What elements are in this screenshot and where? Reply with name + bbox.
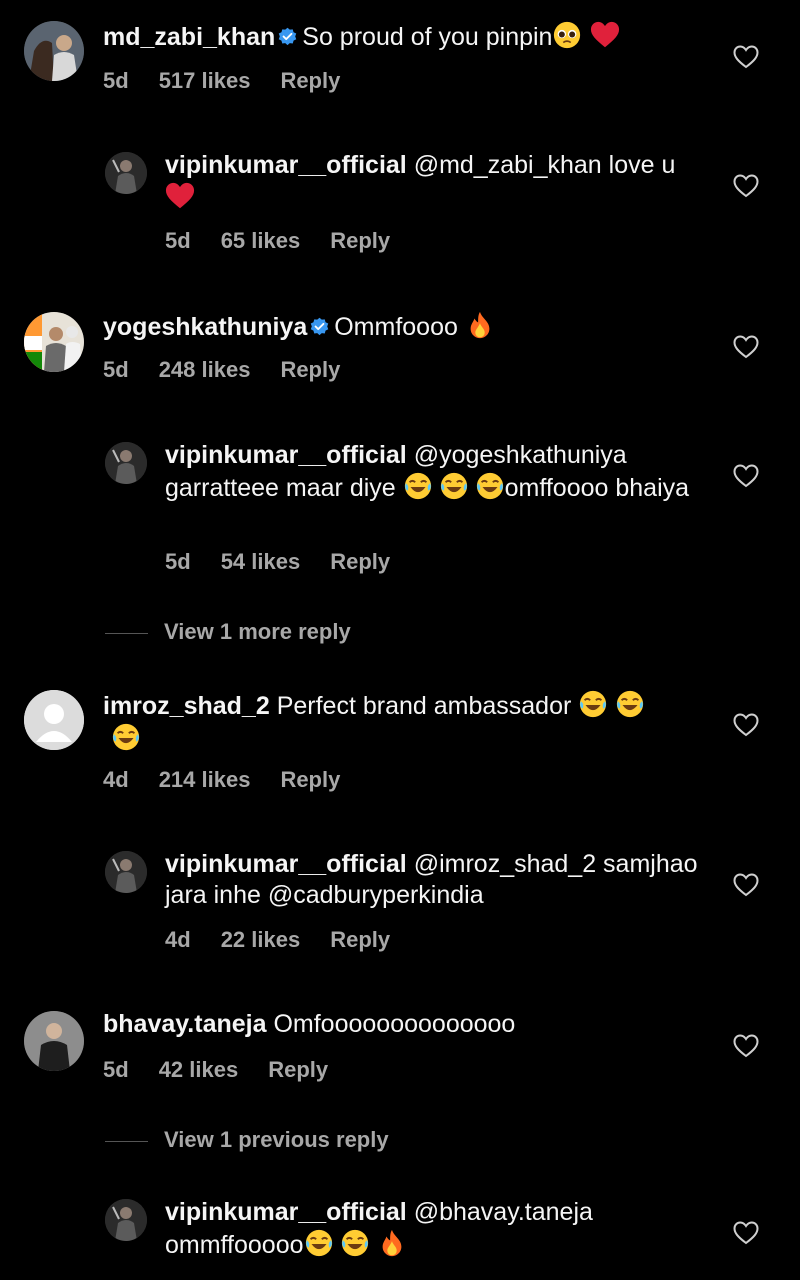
likes-count[interactable]: 65 likes	[221, 228, 301, 253]
view-previous-label: View 1 previous reply	[164, 1127, 389, 1152]
avatar[interactable]	[105, 851, 147, 893]
reply-button[interactable]: Reply	[330, 549, 390, 574]
comment-text: md_zabi_khan So proud of you pinpin	[103, 20, 703, 53]
comment-meta: 5d 248 likes Reply	[103, 357, 370, 383]
comment-username[interactable]: vipinkumar__official	[165, 1198, 407, 1226]
joy-icon	[111, 722, 141, 752]
verified-badge-icon	[309, 316, 330, 337]
view-previous-replies[interactable]: View 1 previous reply	[105, 1127, 389, 1153]
comment-username[interactable]: imroz_shad_2	[103, 692, 270, 720]
pleading-face-icon	[552, 20, 582, 50]
comment-username[interactable]: vipinkumar__official	[165, 151, 407, 179]
comment-username[interactable]: md_zabi_khan	[103, 23, 275, 51]
fire-icon	[377, 1228, 407, 1258]
reply-button[interactable]: Reply	[280, 767, 340, 792]
avatar[interactable]	[24, 312, 84, 372]
comment-meta: 4d 22 likes Reply	[165, 927, 420, 953]
verified-badge-icon	[277, 26, 298, 47]
avatar[interactable]	[24, 1011, 84, 1071]
comment-time: 5d	[103, 68, 129, 93]
comment-meta: 5d 42 likes Reply	[103, 1057, 358, 1083]
likes-count[interactable]: 517 likes	[159, 68, 251, 93]
joy-icon	[439, 471, 469, 501]
comment-text: vipinkumar__official @yogeshkathuniya ga…	[165, 440, 705, 504]
likes-count[interactable]: 42 likes	[159, 1057, 239, 1082]
comment-time: 4d	[103, 767, 129, 792]
comment-time: 5d	[103, 1057, 129, 1082]
likes-count[interactable]: 248 likes	[159, 357, 251, 382]
divider	[105, 632, 148, 634]
comment-time: 4d	[165, 927, 191, 952]
reply-button[interactable]: Reply	[330, 927, 390, 952]
view-more-replies[interactable]: View 1 more reply	[105, 619, 351, 645]
heart-outline-icon[interactable]	[733, 335, 759, 359]
comment-username[interactable]: vipinkumar__official	[165, 850, 407, 878]
reply-button[interactable]: Reply	[280, 357, 340, 382]
comment-body: Perfect brand ambassador	[276, 692, 572, 720]
comment-time: 5d	[165, 549, 191, 574]
fire-icon	[465, 310, 495, 340]
heart-outline-icon[interactable]	[733, 713, 759, 737]
likes-count[interactable]: 54 likes	[221, 549, 301, 574]
comment-body: @md_zabi_khan love u	[413, 151, 676, 179]
comment-username[interactable]: bhavay.taneja	[103, 1010, 267, 1038]
comment-text: vipinkumar__official @md_zabi_khan love …	[165, 150, 705, 214]
avatar[interactable]	[105, 1199, 147, 1241]
likes-count[interactable]: 214 likes	[159, 767, 251, 792]
heart-outline-icon[interactable]	[733, 1221, 759, 1245]
joy-icon	[304, 1228, 334, 1258]
avatar[interactable]	[24, 690, 84, 750]
reply-button[interactable]: Reply	[280, 68, 340, 93]
comment-time: 5d	[103, 357, 129, 382]
comment-meta: 5d 54 likes Reply	[165, 549, 420, 575]
joy-icon	[340, 1228, 370, 1258]
likes-count[interactable]: 22 likes	[221, 927, 301, 952]
comment-body-continued: omffoooo bhaiya	[504, 474, 690, 502]
heart-outline-icon[interactable]	[733, 873, 759, 897]
red-heart-icon	[590, 20, 620, 50]
comment-text: imroz_shad_2 Perfect brand ambassador	[103, 689, 683, 755]
comment-text: vipinkumar__official @bhavay.taneja ommf…	[165, 1197, 705, 1261]
comment-body: So proud of you pinpin	[302, 23, 553, 51]
divider	[105, 1140, 148, 1142]
reply-button[interactable]: Reply	[268, 1057, 328, 1082]
heart-outline-icon[interactable]	[733, 1034, 759, 1058]
comment-text: bhavay.taneja Omfoooooooooooooo	[103, 1009, 703, 1040]
comment-meta: 5d 517 likes Reply	[103, 68, 370, 94]
view-more-label: View 1 more reply	[164, 619, 351, 644]
joy-icon	[475, 471, 505, 501]
comment-body: Ommfoooo	[334, 313, 458, 341]
comment-meta: 5d 65 likes Reply	[165, 228, 420, 254]
reply-button[interactable]: Reply	[330, 228, 390, 253]
heart-outline-icon[interactable]	[733, 174, 759, 198]
avatar[interactable]	[105, 152, 147, 194]
joy-icon	[403, 471, 433, 501]
red-heart-icon	[165, 181, 195, 211]
joy-icon	[615, 689, 645, 719]
comment-username[interactable]: vipinkumar__official	[165, 441, 407, 469]
comment-time: 5d	[165, 228, 191, 253]
comment-body: Omfoooooooooooooo	[273, 1010, 516, 1038]
comment-text: yogeshkathuniya Ommfoooo	[103, 310, 703, 343]
heart-outline-icon[interactable]	[733, 45, 759, 69]
heart-outline-icon[interactable]	[733, 464, 759, 488]
avatar[interactable]	[24, 21, 84, 81]
avatar[interactable]	[105, 442, 147, 484]
joy-icon	[578, 689, 608, 719]
comment-meta: 4d 214 likes Reply	[103, 767, 370, 793]
comment-text: vipinkumar__official @imroz_shad_2 samjh…	[165, 849, 705, 911]
comment-username[interactable]: yogeshkathuniya	[103, 313, 307, 341]
